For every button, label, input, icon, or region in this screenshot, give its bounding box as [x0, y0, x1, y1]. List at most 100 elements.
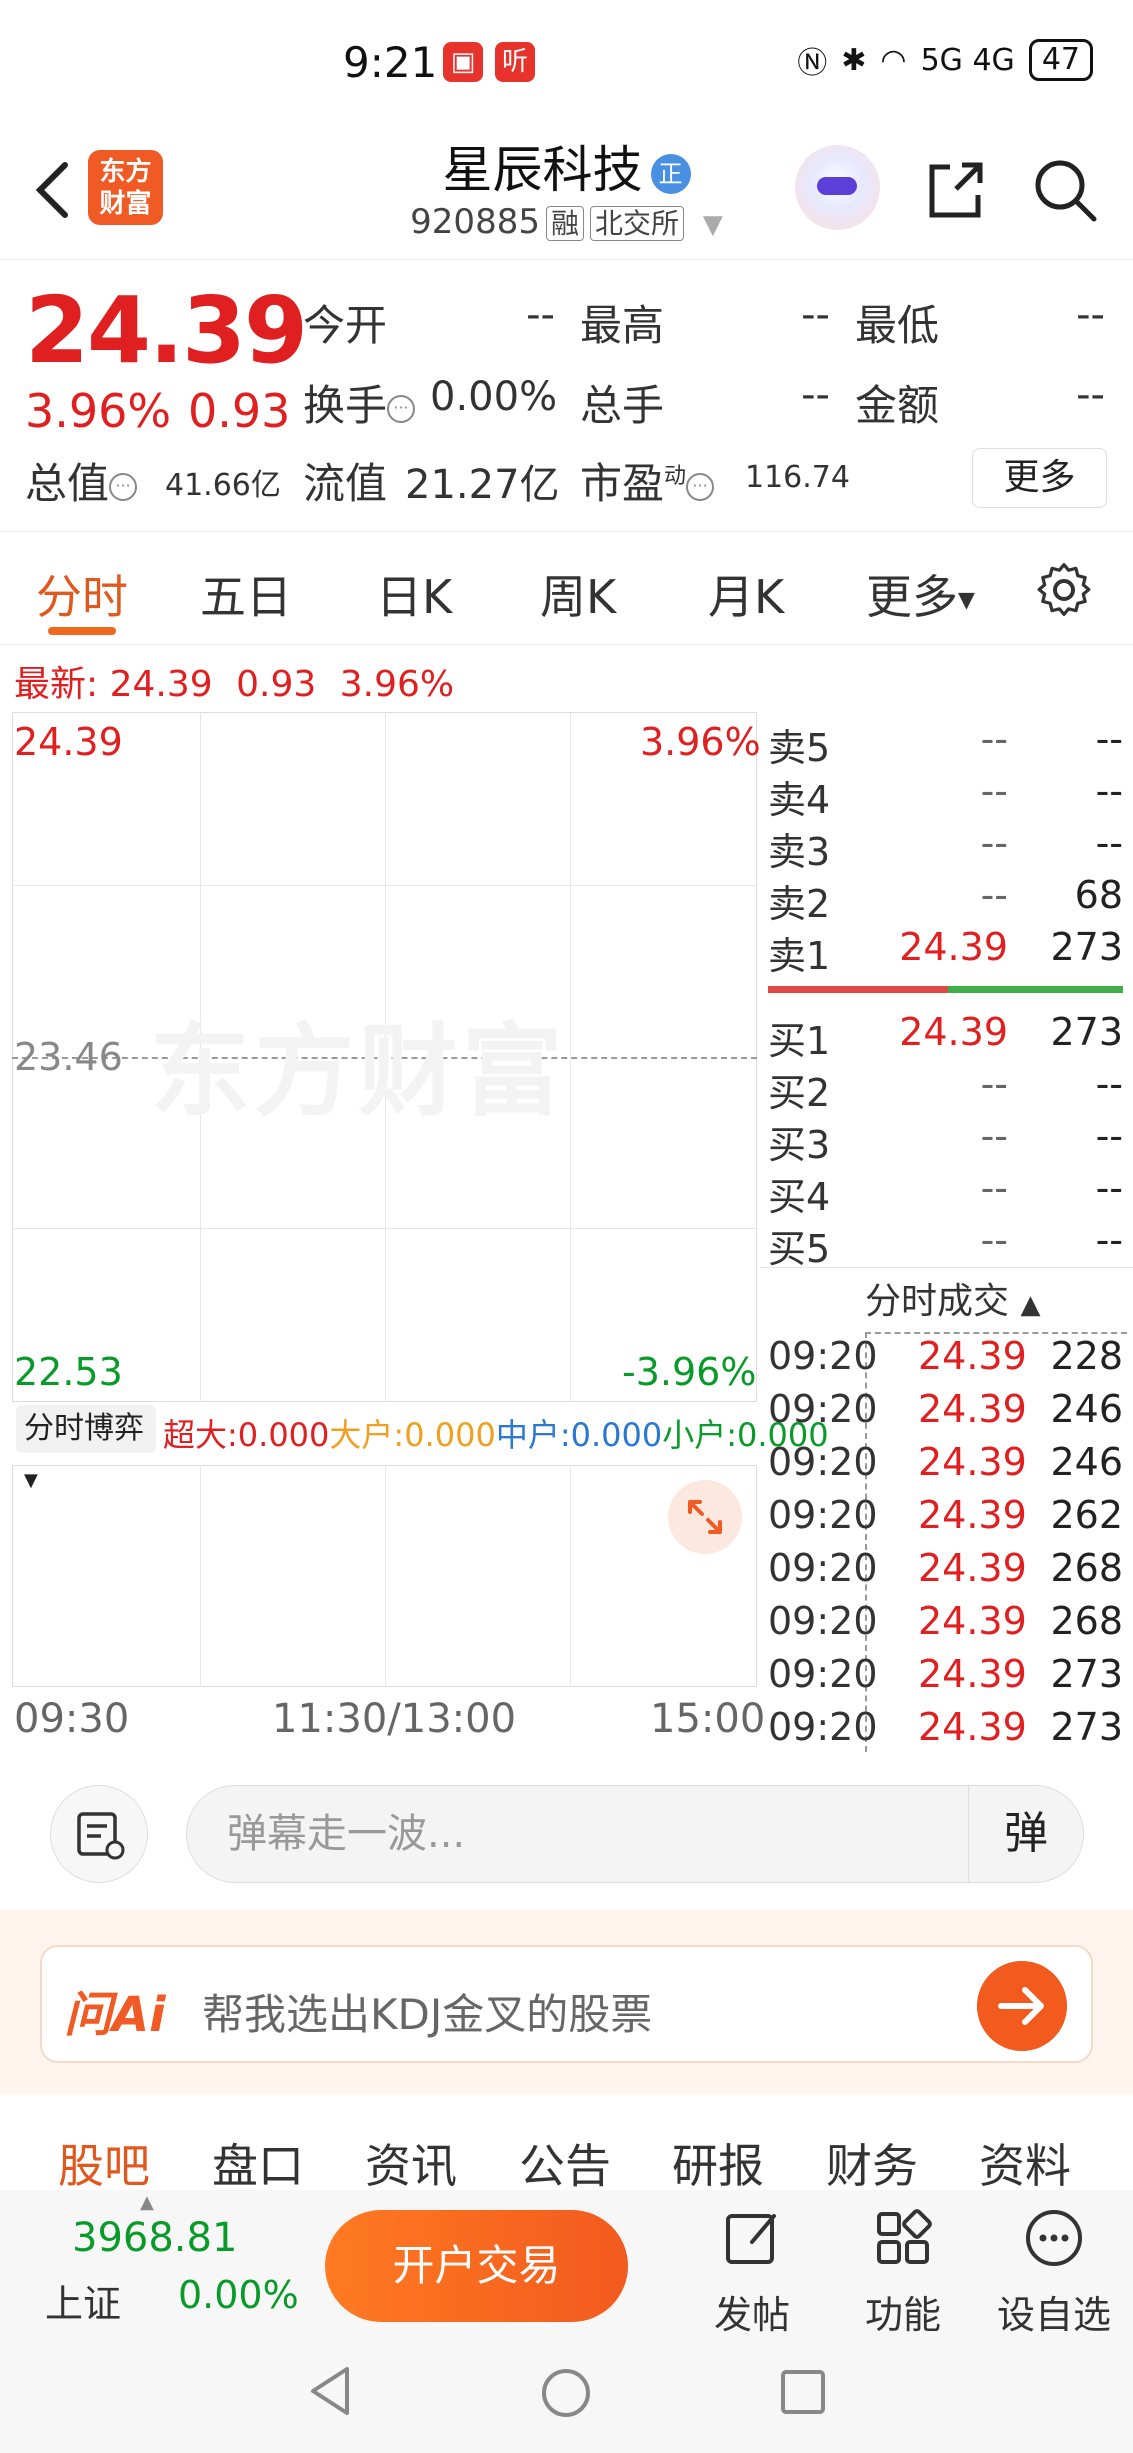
wifi-icon: ◠ [880, 42, 907, 78]
tab-weekly-k[interactable]: 周K [540, 561, 616, 627]
signal-icon: 5G 4G [920, 42, 1015, 78]
volume-label: 总手 [580, 381, 665, 430]
caret-up-icon: ▲ [1020, 1290, 1041, 1320]
tab-profile[interactable]: 资料 [979, 2130, 1071, 2196]
tab-research[interactable]: 研报 [672, 2130, 764, 2196]
y-axis-bottom-label: 22.53 [14, 1350, 123, 1394]
turnover-value: 0.00% [430, 374, 558, 420]
share-icon[interactable] [920, 155, 990, 225]
bid-ask-ratio-bar [768, 986, 1123, 993]
ask-row-1: 卖1 24.39 273 [768, 925, 1123, 978]
nav-home-icon[interactable] [538, 2365, 594, 2421]
change-percent: 3.96% [25, 384, 172, 438]
time-mid: 11:30/13:00 [272, 1696, 517, 1742]
post-button[interactable]: 发帖 [692, 2202, 812, 2337]
tab-announcements[interactable]: 公告 [519, 2130, 611, 2196]
ai-ask-box[interactable]: 问Ai 帮我选出KDJ金叉的股票 [40, 1945, 1093, 2063]
search-icon[interactable] [1030, 155, 1100, 225]
ask-row-4: 卖4 -- -- [768, 769, 1123, 822]
bottom-toolbar: ▲ 3968.81 上证 0.00% 开户交易 发帖 功能 设自选 [0, 2190, 1133, 2337]
tab-five-day[interactable]: 五日 [200, 561, 292, 627]
stock-header: 东方 财富 星辰科技正 920885 融北交所 ▼ [0, 120, 1133, 260]
tab-monthly-k[interactable]: 月K [708, 561, 784, 627]
bid-row-1: 买1 24.39 273 [768, 1010, 1123, 1063]
pe-label: 市盈动 ··· [580, 450, 715, 511]
last-price: 24.39 [25, 277, 308, 384]
index-change[interactable]: 0.00% [178, 2273, 299, 2317]
dropdown-icon: ▼ [958, 588, 975, 613]
info-icon[interactable]: ··· [387, 394, 416, 423]
super-flow: 超大:0.000 [163, 1416, 330, 1454]
low-value: -- [1076, 292, 1105, 338]
tab-more[interactable]: 更多▼ [866, 561, 975, 627]
mid-flow: 中户:0.000 [495, 1416, 663, 1454]
edit-icon [726, 2214, 776, 2264]
market-cap-label: 总值 ··· [25, 450, 138, 511]
watermark: 东方财富 [150, 1013, 566, 1130]
tab-intraday[interactable]: 分时 [36, 561, 128, 627]
system-nav-bar [0, 2335, 1133, 2453]
pct-axis-top-label: 3.96% [640, 720, 761, 764]
dropdown-triangle-icon: ▼ [702, 210, 723, 240]
latest-percent: 3.96% [339, 664, 455, 705]
ai-logo: 问Ai [64, 1987, 166, 2043]
nav-recents-icon[interactable] [778, 2367, 828, 2417]
index-value[interactable]: 3968.81 [72, 2215, 237, 2261]
tab-forum[interactable]: 股吧 [58, 2130, 150, 2196]
margin-tag: 融 [545, 206, 584, 241]
grid-icon [877, 2209, 932, 2264]
stock-name: 星辰科技 [442, 141, 643, 199]
pct-axis-bottom-label: -3.96% [622, 1350, 757, 1394]
ai-assistant-icon[interactable] [795, 145, 880, 230]
danmaku-toggle-button[interactable]: 弹 [968, 1786, 1083, 1882]
verified-badge-icon: 正 [650, 153, 691, 194]
indicator-select[interactable]: 分时博弈 ▼ [16, 1405, 156, 1491]
order-book: 卖5 -- -- 卖4 -- -- 卖3 -- -- 卖2 -- 68 卖1 24.39 273 买… [760, 712, 1133, 1752]
expand-icon[interactable] [668, 1480, 742, 1554]
danmaku-bar: 弹幕走一波... 弹 [0, 1755, 1133, 1905]
trades-title[interactable]: 分时成交 ▲ [865, 1272, 1040, 1324]
nav-back-icon[interactable] [305, 2363, 355, 2419]
expand-caret-icon[interactable]: ▲ [140, 2192, 154, 2213]
y-axis-mid-label: 23.46 [14, 1035, 123, 1079]
latest-line: 最新: 24.39 0.93 3.96% [14, 664, 455, 705]
tab-news[interactable]: 资讯 [365, 2130, 457, 2196]
index-name[interactable]: 上证 [45, 2273, 121, 2328]
arrow-right-icon[interactable] [977, 1961, 1067, 2051]
float-cap-value: 21.27亿 [405, 462, 560, 508]
ask-row-5: 卖5 -- -- [768, 717, 1123, 770]
tab-handicap[interactable]: 盘口 [212, 2130, 304, 2196]
ask-row-2: 卖2 -- 68 [768, 873, 1123, 926]
volume-value: -- [801, 372, 830, 418]
bid-row-3: 买3 -- -- [768, 1114, 1123, 1167]
tab-finance[interactable]: 财务 [826, 2130, 918, 2196]
open-account-trade-button[interactable]: 开户交易 [325, 2210, 628, 2322]
info-icon[interactable]: ··· [109, 472, 138, 501]
ai-ask-section: 问Ai 帮我选出KDJ金叉的股票 [0, 1910, 1133, 2095]
status-bar: 9:21 ▣ 听 Ⓝ ✱ ◠ 5G 4G 47 [0, 0, 1133, 120]
y-axis-top-label: 24.39 [14, 720, 123, 764]
add-watchlist-button[interactable]: 设自选 [994, 2202, 1114, 2337]
bluetooth-icon: ✱ [841, 42, 867, 78]
active-tab-indicator [48, 627, 116, 635]
bid-row-2: 买2 -- -- [768, 1062, 1123, 1115]
exchange-tag: 北交所 [589, 206, 684, 241]
danmaku-settings-icon[interactable] [50, 1785, 148, 1883]
clock: 9:21 [343, 38, 438, 87]
bid-row-5: 买5 -- -- [768, 1218, 1123, 1271]
info-icon[interactable]: ··· [686, 472, 715, 501]
latest-price: 24.39 [109, 664, 213, 705]
danmaku-input[interactable]: 弹幕走一波... 弹 [186, 1785, 1084, 1883]
tab-daily-k[interactable]: 日K [376, 561, 452, 627]
chart-tabs: 分时 五日 日K 周K 月K 更多▼ [0, 533, 1133, 645]
functions-button[interactable]: 功能 [843, 2202, 963, 2337]
low-label: 最低 [855, 301, 940, 350]
turnover-label: 换手 ··· [303, 372, 416, 433]
content-tabs: 股吧 盘口 资讯 公告 研报 财务 资料 [0, 2100, 1133, 2193]
gear-icon[interactable] [1035, 561, 1093, 619]
more-button[interactable]: 更多 [972, 448, 1107, 508]
listen-app-icon: 听 [495, 42, 535, 82]
quote-summary: 24.39 3.96% 0.93 今开 -- 最高 -- 最低 -- 换手 ···… [0, 262, 1133, 532]
nfc-icon: Ⓝ [797, 46, 828, 81]
float-cap-label: 流值 [303, 459, 388, 508]
